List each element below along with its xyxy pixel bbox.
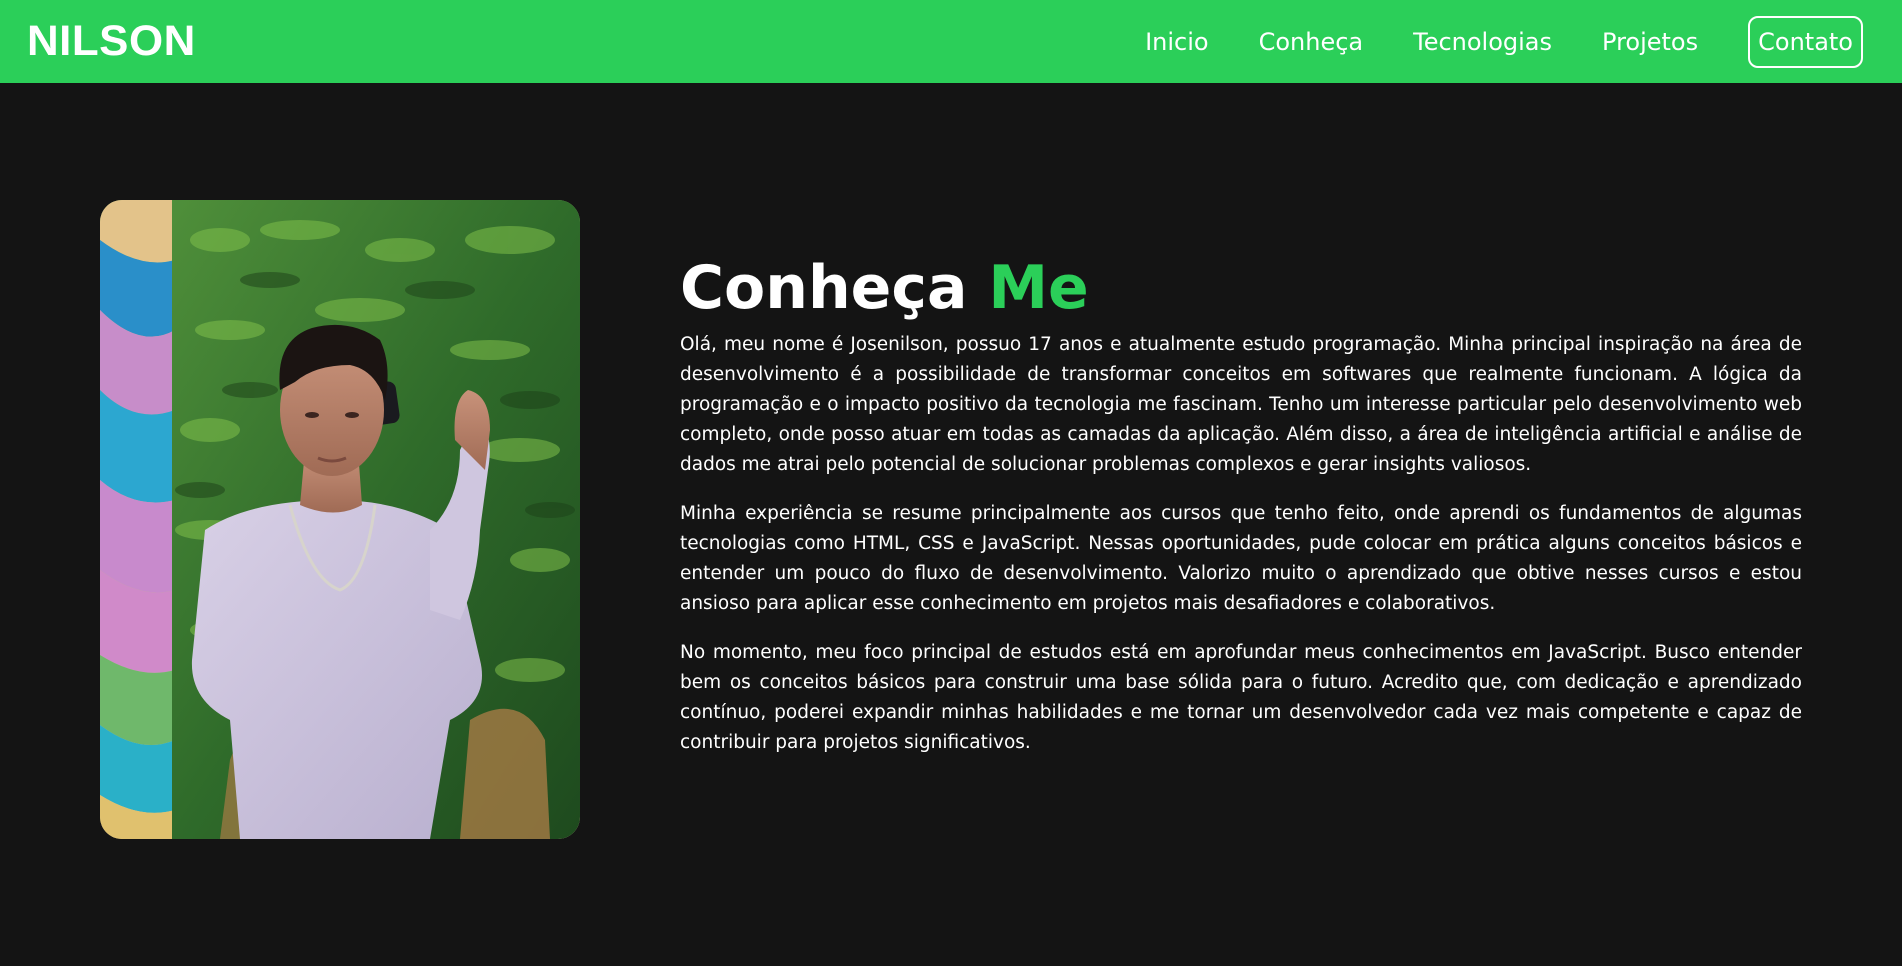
main-nav: Inicio Conheça Tecnologias Projetos Cont… <box>1095 15 1863 68</box>
about-title-accent: Me <box>988 253 1089 323</box>
nav-link-conheca[interactable]: Conheça <box>1259 28 1364 56</box>
top-navbar: NILSON Inicio Conheça Tecnologias Projet… <box>0 0 1902 83</box>
about-title: Conheça Me <box>680 255 1802 321</box>
nav-link-inicio[interactable]: Inicio <box>1145 28 1209 56</box>
about-paragraph-2: Minha experiência se resume principalmen… <box>680 503 1802 614</box>
site-logo[interactable]: NILSON <box>27 20 196 63</box>
contact-button[interactable]: Contato <box>1748 15 1863 68</box>
nav-link-projetos[interactable]: Projetos <box>1602 28 1698 56</box>
about-section: Conheça Me Olá, meu nome é Josenilson, p… <box>0 83 1902 966</box>
about-title-main: Conheça <box>680 253 968 323</box>
nav-link-tecnologias[interactable]: Tecnologias <box>1413 28 1552 56</box>
profile-photo <box>100 200 580 839</box>
nav-list: Inicio Conheça Tecnologias Projetos Cont… <box>1095 15 1863 68</box>
about-paragraph-3: No momento, meu foco principal de estudo… <box>680 642 1802 753</box>
about-content: Conheça Me Olá, meu nome é Josenilson, p… <box>680 255 1802 777</box>
about-paragraph-1: Olá, meu nome é Josenilson, possuo 17 an… <box>680 334 1802 475</box>
